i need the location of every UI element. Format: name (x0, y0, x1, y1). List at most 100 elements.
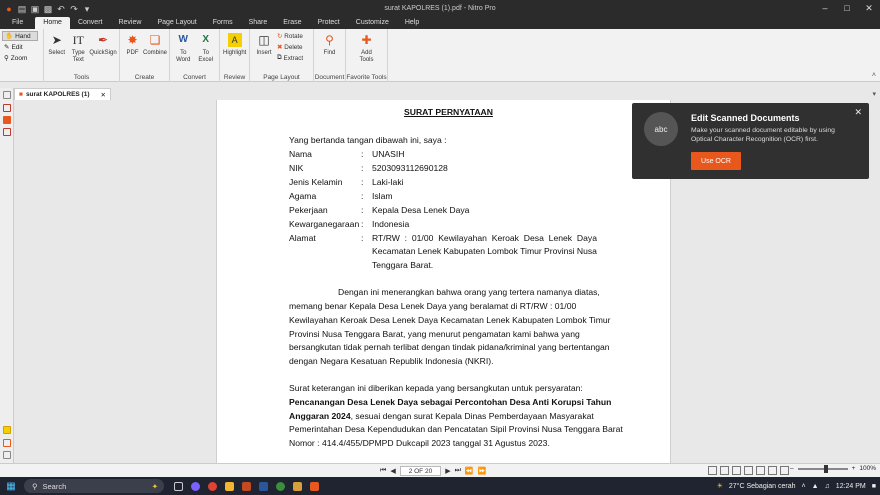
fit-width-icon[interactable] (756, 466, 765, 475)
continuous-view-icon[interactable] (720, 466, 729, 475)
volume-icon[interactable]: ♫ (825, 483, 830, 490)
edit-mode-button[interactable]: ✎ Edit (2, 42, 38, 52)
open-icon[interactable]: ▤ (17, 4, 27, 14)
menu-customize[interactable]: Customize (348, 17, 397, 29)
menu-protect[interactable]: Protect (310, 17, 348, 29)
close-button[interactable]: ✕ (858, 0, 880, 17)
pdf-new-icon: ✸ (127, 32, 138, 47)
powerpoint-icon[interactable] (242, 481, 251, 491)
to-word-button[interactable]: W To Word (173, 31, 194, 63)
field-label: Alamat (289, 233, 316, 243)
menu-review[interactable]: Review (110, 17, 149, 29)
zoom-out-icon[interactable]: – (790, 465, 794, 472)
undo-icon[interactable]: ↶ (56, 4, 66, 14)
hand-mode-button[interactable]: ✋ Hand (2, 31, 38, 41)
tray-overflow-icon[interactable]: ˄ (802, 483, 806, 490)
type-text-button[interactable]: IT Type Text (69, 31, 89, 63)
chrome-icon[interactable] (208, 481, 217, 491)
delete-button[interactable]: ✖ Delete (277, 42, 303, 52)
menu-file[interactable]: File (0, 17, 35, 29)
find-button[interactable]: ⚲ Find (317, 31, 342, 57)
create-pdf-button[interactable]: ✸ PDF (123, 31, 142, 57)
weather-text[interactable]: 27°C Sebagian cerah (729, 483, 796, 490)
insert-button[interactable]: ◫ Insert (253, 31, 275, 57)
extract-button[interactable]: ⧉ Extract (277, 53, 303, 63)
bookmarks-icon[interactable] (3, 104, 11, 112)
weather-icon[interactable]: ☀ (717, 482, 723, 490)
properties-icon[interactable] (3, 451, 11, 459)
quick-access-toolbar: ● ▤ ▣ ▩ ↶ ↷ ▾ (0, 4, 92, 14)
next-page-icon[interactable]: ▶ (445, 467, 450, 475)
nitro-app-icon[interactable] (310, 481, 319, 491)
rotate-button[interactable]: ↻ Rotate (277, 31, 303, 41)
task-view-icon[interactable] (174, 481, 183, 491)
menu-convert[interactable]: Convert (70, 17, 111, 29)
to-excel-button[interactable]: X To Excel (196, 31, 217, 63)
use-ocr-button[interactable]: Use OCR (691, 152, 741, 170)
zoom-mode-button[interactable]: ⚲ Zoom (2, 53, 38, 63)
menu-page-layout[interactable]: Page Layout (149, 17, 204, 29)
collapse-ribbon-icon[interactable]: ˄ (872, 72, 876, 79)
zoom-slider[interactable] (797, 464, 848, 473)
windows-start-icon[interactable]: ▦ (2, 477, 20, 495)
field-label: Agama (289, 191, 317, 201)
redo-icon[interactable]: ↷ (69, 4, 79, 14)
minimize-button[interactable]: – (814, 0, 836, 17)
menu-home[interactable]: Home (35, 17, 70, 29)
comments-icon[interactable] (3, 426, 11, 434)
zoom-level: 100% (859, 465, 877, 472)
clock[interactable]: 12:24 PM (836, 483, 866, 490)
copilot-icon[interactable] (191, 481, 200, 491)
menu-share[interactable]: Share (241, 17, 276, 29)
cursor-icon: ➤ (51, 32, 62, 47)
file-explorer-icon[interactable] (225, 481, 234, 491)
field-value: Indonesia (372, 219, 410, 229)
forward-view-icon[interactable]: ⏩ (478, 467, 487, 475)
highlight-button[interactable]: A Highlight (223, 31, 246, 57)
menu-help[interactable]: Help (397, 17, 427, 29)
single-page-view-icon[interactable] (708, 466, 717, 475)
select-button[interactable]: ➤ Select (47, 31, 67, 57)
ocr-notification: abc Edit Scanned Documents Make your sca… (632, 103, 869, 179)
continuous-facing-view-icon[interactable] (744, 466, 753, 475)
menu-forms[interactable]: Forms (205, 17, 241, 29)
last-page-icon[interactable]: ⏭ (455, 467, 461, 475)
add-tools-icon: ✚ (361, 32, 372, 47)
customize-icon[interactable]: ▾ (82, 4, 92, 14)
actual-size-icon[interactable] (780, 466, 789, 475)
menu-erase[interactable]: Erase (275, 17, 309, 29)
network-icon[interactable]: ▲ (812, 483, 819, 490)
zoom-in-icon[interactable]: + (852, 465, 856, 472)
pages-icon[interactable] (3, 91, 11, 99)
fit-page-icon[interactable] (768, 466, 777, 475)
save-icon[interactable]: ▣ (30, 4, 40, 14)
taskbar-search[interactable]: ⚲ Search ✦ (24, 479, 164, 493)
restore-button[interactable]: □ (836, 0, 858, 17)
document-tab[interactable]: ■ surat KAPOLRES (1) ✕ (14, 88, 111, 100)
notifications-icon[interactable]: ■ (872, 483, 876, 490)
field-label: NIK (289, 163, 304, 173)
back-view-icon[interactable]: ⏪ (465, 467, 474, 475)
facing-view-icon[interactable] (732, 466, 741, 475)
close-notification-button[interactable]: ✕ (854, 107, 862, 118)
page-number-field[interactable]: 2 OF 20 (399, 466, 442, 476)
combine-button[interactable]: ❏ Combine (143, 31, 167, 57)
store-icon[interactable] (293, 481, 302, 491)
signatures-icon[interactable] (3, 128, 11, 136)
field-separator: : (361, 233, 364, 243)
document-tab-bar: ■ surat KAPOLRES (1) ✕ (14, 88, 880, 100)
windows-taskbar: ▦ ⚲ Search ✦ ☀ 27°C Sebagian cerah ˄ ▲ ♫… (0, 477, 880, 495)
previous-page-icon[interactable]: ◀ (390, 467, 395, 475)
notification-body: Make your scanned document editable by u… (691, 127, 835, 143)
output-icon[interactable] (3, 439, 11, 447)
word-app-icon[interactable] (259, 481, 268, 491)
first-page-icon[interactable]: ⏮ (380, 467, 386, 475)
zoom-slider-thumb[interactable] (823, 464, 828, 473)
close-tab-button[interactable]: ✕ (101, 91, 106, 99)
tab-list-chevron-icon[interactable]: ▾ (872, 90, 876, 98)
attachments-icon[interactable] (3, 116, 11, 124)
print-icon[interactable]: ▩ (43, 4, 53, 14)
add-tools-button[interactable]: ✚ Add Tools (349, 31, 384, 63)
chrome-profile-icon[interactable] (276, 481, 285, 491)
quicksign-button[interactable]: ✒ QuickSign (89, 31, 116, 57)
